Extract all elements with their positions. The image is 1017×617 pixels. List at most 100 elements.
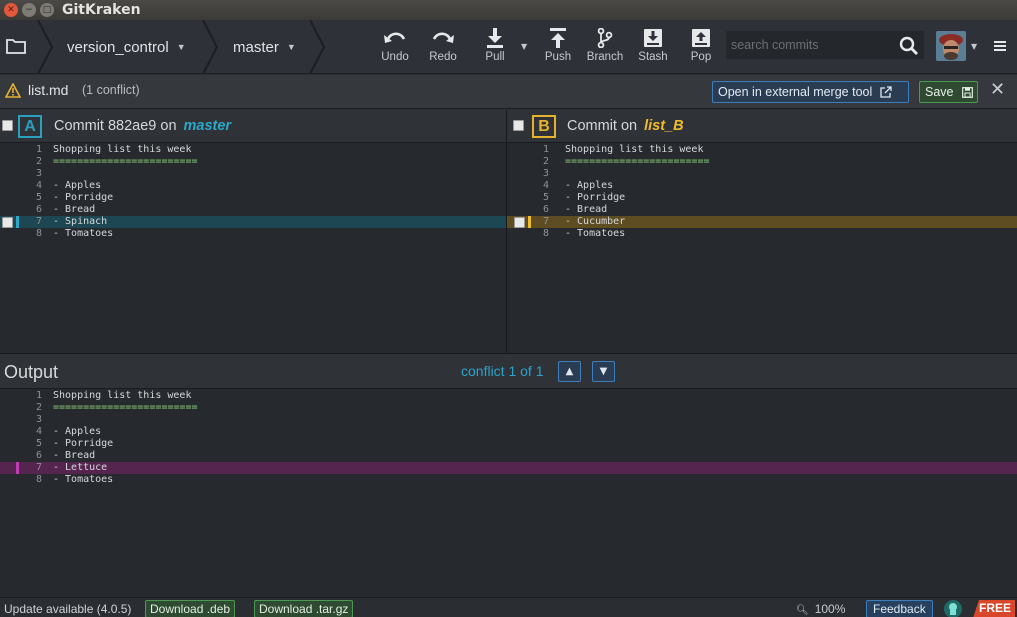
stash-button[interactable]: Stash (631, 26, 675, 70)
branch-selector[interactable]: master ▼ (233, 20, 296, 74)
line-number: 2 (35, 402, 42, 413)
branch-button[interactable]: Branch (583, 26, 627, 70)
conflict-line-a[interactable]: 7 - Spinach (0, 216, 506, 228)
pull-options-chevron-icon[interactable]: ▼ (521, 42, 527, 51)
code-line: 5 - Porridge (0, 438, 1017, 450)
search-commits-input[interactable] (731, 35, 891, 55)
commit-b-header: B Commit on list_B (507, 110, 1017, 143)
line-number: 6 (35, 450, 42, 461)
zoom-level[interactable]: 🔍︎ 100% (796, 602, 845, 616)
pop-icon (692, 29, 710, 47)
code-line: 6 - Bread (0, 450, 1017, 462)
line-text: ======================== (53, 156, 198, 167)
code-line: 6 - Bread (507, 204, 1017, 216)
save-button[interactable]: Save (919, 81, 978, 103)
line-number: 7 (35, 216, 42, 227)
window-title: GitKraken (62, 2, 141, 18)
conflict-count: (1 conflict) (82, 83, 140, 97)
line-text: - Apples (53, 180, 102, 191)
line-text: - Tomatoes (53, 228, 114, 239)
select-all-b-checkbox[interactable] (513, 120, 524, 131)
search-commits-box (726, 31, 924, 59)
output-editor[interactable]: 1 Shopping list this week 2 ==============… (0, 389, 1017, 597)
line-text: - Bread (565, 204, 608, 215)
commit-b-code: 1 Shopping list this week 2 ==============… (507, 144, 1017, 240)
user-avatar[interactable] (936, 31, 966, 61)
line-text: - Porridge (565, 192, 626, 203)
code-line: 3 (0, 168, 506, 180)
commit-b-badge: B (532, 115, 556, 138)
line-number: 3 (35, 414, 42, 425)
push-button[interactable]: Push (536, 26, 580, 70)
pull-button[interactable]: Pull (473, 26, 517, 70)
line-number: 2 (35, 156, 42, 167)
avatar-icon (936, 31, 966, 61)
open-external-merge-tool-button[interactable]: Open in external merge tool (712, 81, 909, 103)
close-merge-icon[interactable]: ✕ (990, 81, 1005, 99)
account-menu-chevron-icon[interactable]: ▼ (971, 42, 977, 51)
previous-conflict-button[interactable]: ▲ (558, 361, 581, 382)
hamburger-menu-icon[interactable] (994, 40, 1006, 52)
code-line: 6 - Bread (0, 204, 506, 216)
repo-selector[interactable]: version_control ▼ (67, 20, 186, 74)
plan-badge[interactable]: FREE (973, 600, 1016, 617)
code-line: 8 - Tomatoes (507, 228, 1017, 240)
select-all-a-checkbox[interactable] (2, 120, 13, 131)
line-number: 2 (542, 156, 549, 167)
code-line: 2 ======================== (507, 156, 1017, 168)
line-number: 4 (35, 180, 42, 191)
line-number: 3 (35, 168, 42, 179)
line-number: 6 (35, 204, 42, 215)
redo-button[interactable]: Redo (421, 26, 465, 70)
merge-file-bar: list.md (1 conflict) Open in external me… (0, 75, 1017, 109)
conflict-line-b[interactable]: 7 - Cucumber (507, 216, 1017, 228)
line-number: 5 (35, 438, 42, 449)
line-number: 7 (35, 462, 42, 473)
breadcrumb-separator-icon (309, 20, 326, 74)
line-number: 1 (35, 144, 42, 155)
undo-icon (384, 32, 406, 43)
line-number: 8 (542, 228, 549, 239)
undo-button[interactable]: Undo (373, 26, 417, 70)
commit-a-branch: master (183, 118, 232, 134)
redo-label: Redo (429, 51, 457, 63)
code-line: 8 - Tomatoes (0, 228, 506, 240)
pop-button[interactable]: Pop (679, 26, 723, 70)
breadcrumb-separator-icon (37, 20, 54, 74)
chevron-down-icon: ▼ (286, 42, 296, 52)
undo-label: Undo (381, 51, 409, 63)
feedback-button[interactable]: Feedback (866, 600, 933, 617)
code-line: 8 - Tomatoes (0, 474, 1017, 486)
download-tar-button[interactable]: Download .tar.gz (254, 600, 354, 617)
line-number: 8 (35, 474, 42, 485)
line-text: - Porridge (53, 438, 114, 449)
code-line: 4 - Apples (507, 180, 1017, 192)
window-minimize-button[interactable]: − (22, 3, 36, 17)
pull-label: Pull (485, 51, 505, 63)
line-text: - Lettuce (53, 462, 108, 473)
update-available-text: Update available (4.0.5) (4, 602, 132, 616)
pop-label: Pop (690, 51, 712, 63)
code-line: 2 ======================== (0, 156, 506, 168)
output-conflict-line[interactable]: 7 - Lettuce (0, 462, 1017, 474)
line-number: 5 (542, 192, 549, 203)
branch-icon (597, 28, 613, 48)
output-code: 1 Shopping list this week 2 ==============… (0, 390, 1017, 486)
redo-icon (432, 32, 454, 43)
code-line: 5 - Porridge (0, 192, 506, 204)
window-maximize-button[interactable]: □ (40, 3, 54, 17)
code-line: 2 ======================== (0, 402, 1017, 414)
gitkraken-logo-icon[interactable] (944, 600, 962, 617)
window-close-button[interactable]: ✕ (4, 3, 18, 17)
search-icon[interactable] (899, 36, 919, 56)
kraken-glyph-icon (949, 603, 957, 615)
line-text: ======================== (53, 402, 198, 413)
commit-a-header: A Commit 882ae9 on master (0, 110, 506, 143)
window-titlebar: ✕ − □ GitKraken (0, 0, 1017, 20)
download-deb-button[interactable]: Download .deb (145, 600, 236, 617)
next-conflict-button[interactable]: ▼ (592, 361, 615, 382)
line-text: Shopping list this week (565, 144, 704, 155)
repo-name: version_control (67, 38, 169, 56)
commit-b-title: Commit on list_B (567, 118, 684, 134)
folder-icon[interactable] (6, 38, 26, 54)
